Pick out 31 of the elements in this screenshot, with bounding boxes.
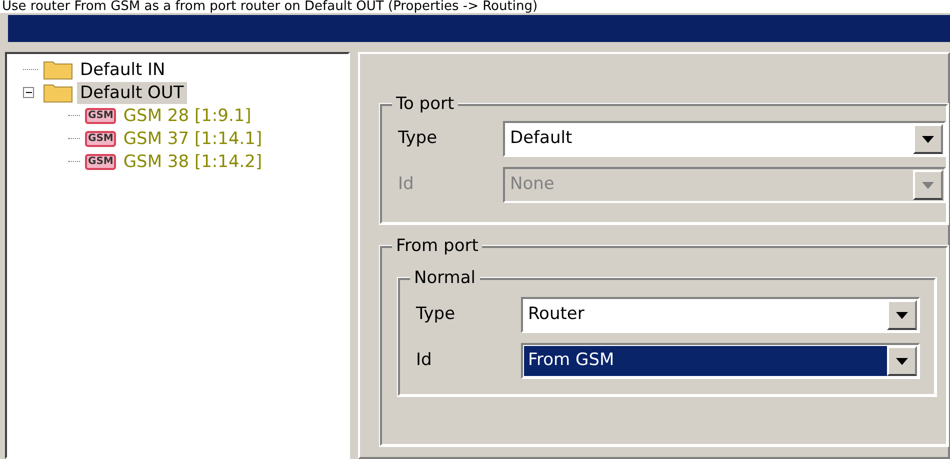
dropdown-value: From GSM: [524, 346, 887, 376]
tree-item[interactable]: GSM 37 [1:14.1]: [120, 128, 266, 150]
field-label: Type: [398, 127, 438, 150]
collapse-icon[interactable]: [23, 87, 34, 98]
folder-icon: [43, 60, 73, 80]
caret-icon: [896, 358, 908, 364]
gsm-icon: GSM: [85, 130, 116, 146]
dropdown-value: Default: [509, 127, 574, 150]
gsm-icon: GSM: [85, 154, 116, 170]
folder-icon: [43, 82, 73, 102]
field-label: Id: [416, 349, 433, 372]
dropdown-value: Router: [527, 303, 586, 326]
dropdown-button[interactable]: [887, 346, 917, 376]
dropdown-button[interactable]: [913, 170, 943, 200]
caret-icon: [922, 182, 934, 188]
caption-text: Use router From GSM as a from port router on Default OUT (Properties -> Routing): [0, 0, 950, 13]
field-label: Type: [416, 303, 456, 326]
field-label: Id: [398, 173, 415, 196]
dropdown-value: None: [509, 173, 556, 196]
tree-item[interactable]: GSM 38 [1:14.2]: [120, 150, 266, 172]
tree-item[interactable]: Default IN: [77, 58, 168, 80]
caret-icon: [896, 312, 908, 318]
dropdown[interactable]: From GSM: [521, 343, 920, 379]
gsm-icon: GSM: [85, 108, 116, 124]
dropdown-button[interactable]: [913, 124, 943, 154]
dropdown[interactable]: Router: [521, 297, 920, 333]
tree-item[interactable]: Default OUT: [77, 82, 187, 104]
dropdown-button[interactable]: [887, 300, 917, 330]
tree-item[interactable]: GSM 28 [1:9.1]: [120, 104, 254, 126]
dropdown[interactable]: Default: [503, 121, 946, 157]
caret-icon: [922, 136, 934, 142]
